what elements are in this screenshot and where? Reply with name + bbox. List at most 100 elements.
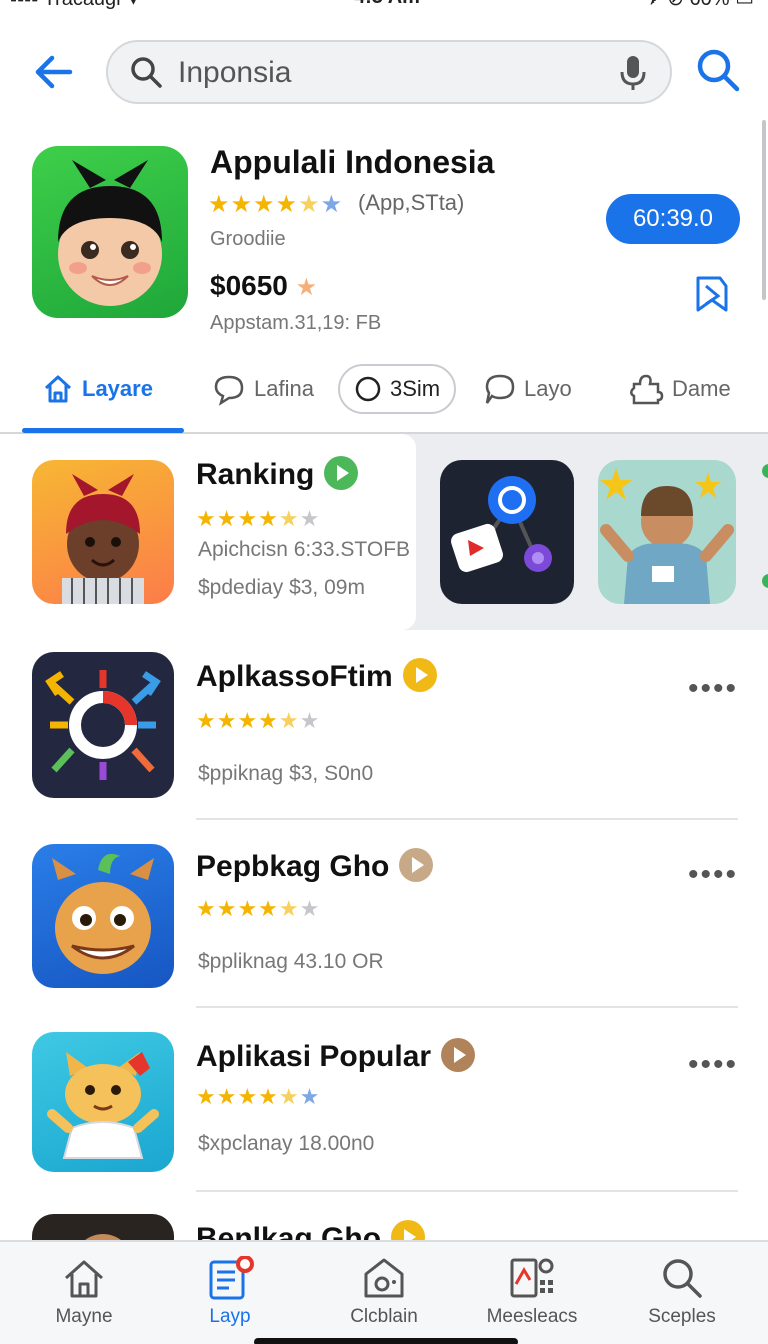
install-button[interactable]: 60:39.0	[606, 194, 740, 244]
app-title-text: Aplikasi Popular	[196, 1040, 432, 1073]
character-face-icon	[58, 160, 162, 306]
more-options-button[interactable]: ••••	[688, 858, 738, 892]
character-icon	[85, 1234, 121, 1240]
list-item[interactable]: Pepbkag Gho ★★★★★★ $ppliknag 43.10 OR ••…	[0, 820, 768, 1008]
app-title[interactable]: Aplikasi Popular	[196, 1038, 476, 1075]
circle-icon	[355, 376, 381, 402]
rating-stars: ★★★★★★	[208, 191, 344, 218]
list-item[interactable]: AplkassoFtim ★★★★★★ $ppiknag $3, S0n0 ••…	[0, 632, 768, 820]
home-icon	[65, 1260, 103, 1298]
price-value: $0650	[210, 270, 288, 301]
tab-label: Lafina	[254, 376, 314, 401]
carrier-label: ▪▪▪▪ Tracaugr ▾	[10, 0, 138, 11]
ranking-card[interactable]: Ranking ★★★★★★ Apichcisn 6:33.STOFB $pde…	[0, 434, 416, 630]
arrows-target-icon	[45, 670, 161, 780]
tab-layo[interactable]: Layo	[482, 364, 572, 414]
app-title-text: Pepbkag Gho	[196, 850, 390, 883]
search-query: Inponsia	[178, 56, 292, 89]
puzzle-icon	[630, 374, 664, 405]
tab-lafina[interactable]: Lafina	[212, 364, 314, 414]
home-icon	[44, 375, 72, 403]
play-badge-icon	[324, 456, 359, 491]
play-badge-icon	[441, 1038, 476, 1073]
tab-label: Dame	[672, 376, 731, 401]
chat-bubble-icon	[214, 375, 244, 406]
nav-clcblain[interactable]: Clcblain	[314, 1256, 454, 1328]
battery-status: ✈ ⊘ 60% ▭	[645, 0, 754, 11]
tab-label: Layare	[82, 376, 153, 401]
app-price: $0650 ★	[210, 270, 317, 302]
rating-stars: ★★★★★★	[196, 506, 321, 531]
arrow-left-icon	[35, 55, 73, 89]
nav-meesleacs[interactable]: Meesleacs	[462, 1256, 602, 1328]
app-title[interactable]: Benlkag Gho	[196, 1220, 426, 1240]
app-icon[interactable]	[32, 1032, 174, 1172]
featured-app-title[interactable]: Appulali Indonesia	[210, 144, 494, 181]
search-icon	[131, 57, 162, 88]
rating-stars: ★★★★★★	[196, 708, 321, 733]
character-icon	[62, 474, 144, 604]
app-title[interactable]: Pepbkag Gho	[196, 848, 434, 885]
tab-label: Layo	[524, 376, 572, 401]
rating-meta: (App,STta)	[358, 190, 465, 215]
search-icon	[663, 1259, 702, 1298]
search-input[interactable]: Inponsia	[106, 40, 672, 104]
app-price: $xpclanay 18.00n0	[198, 1132, 375, 1155]
ranking-section: Ranking ★★★★★★ Apichcisn 6:33.STOFB $pde…	[0, 434, 768, 630]
category-tabs: Layare Lafina 3Sim Layo Dame	[0, 360, 768, 434]
ranking-title-text: Ranking	[196, 458, 315, 491]
back-button[interactable]	[30, 48, 78, 96]
tab-3sim[interactable]: 3Sim	[338, 364, 457, 414]
tab-dame[interactable]: Dame	[628, 364, 731, 414]
carousel-app-icon[interactable]	[440, 460, 574, 604]
list-item[interactable]: Aplikasi Popular ★★★★★★ $xpclanay 18.00n…	[0, 1008, 768, 1196]
ranking-price: $pdediay $3, 09m	[198, 576, 365, 599]
app-icon[interactable]	[32, 1214, 174, 1240]
app-title-text: AplkassoFtim	[196, 660, 393, 693]
nav-label: Mayne	[55, 1306, 113, 1327]
bottom-navigation: Mayne Layp Clcblain Meesleacs Sceples	[0, 1240, 768, 1344]
more-options-button[interactable]: ••••	[688, 672, 738, 706]
rating-stars: ★★★★★★	[196, 1084, 321, 1109]
indicator-dot	[762, 464, 768, 478]
ranking-app-icon[interactable]	[32, 460, 174, 604]
bookmark-icon[interactable]	[692, 274, 730, 314]
tab-layare[interactable]: Layare	[42, 364, 153, 414]
search-icon	[697, 49, 740, 92]
star-icon: ★	[295, 274, 318, 301]
nav-label: Clcblain	[350, 1306, 418, 1327]
speech-icon	[485, 374, 515, 404]
app-icon[interactable]	[32, 652, 174, 798]
character-icon	[600, 468, 734, 604]
nav-label: Meesleacs	[486, 1306, 578, 1327]
active-tab-indicator	[22, 428, 184, 433]
microphone-icon[interactable]	[618, 54, 648, 92]
nav-label: Layp	[209, 1306, 251, 1327]
status-bar: ▪▪▪▪ Tracaugr ▾ 4:3 Am ✈ ⊘ 60% ▭	[0, 0, 768, 11]
featured-app[interactable]: Appulali Indonesia ★★★★★★ (App,STta) Gro…	[0, 140, 768, 350]
nav-sceples[interactable]: Sceples	[612, 1256, 752, 1328]
ranking-info: Apichcisn 6:33.STOFB	[198, 538, 411, 561]
divider	[196, 1190, 738, 1192]
app-icon[interactable]	[32, 844, 174, 988]
nav-layp[interactable]: Layp	[160, 1256, 300, 1328]
search-button[interactable]	[694, 46, 742, 94]
play-badge-icon	[391, 1220, 426, 1240]
play-badge-icon	[402, 658, 437, 693]
featured-app-icon[interactable]	[32, 146, 188, 318]
ranking-title[interactable]: Ranking	[196, 456, 359, 493]
rating-stars: ★★★★★★	[196, 896, 321, 921]
search-header: Inponsia	[0, 38, 768, 108]
app-title[interactable]: AplkassoFtim	[196, 658, 437, 695]
more-options-button[interactable]: ••••	[688, 1048, 738, 1082]
home-indicator[interactable]	[254, 1338, 518, 1344]
apps-icon	[510, 1258, 554, 1298]
app-price: $ppiknag $3, S0n0	[198, 762, 374, 785]
app-price: $ppliknag 43.10 OR	[198, 950, 384, 973]
list-item[interactable]: Benlkag Gho	[0, 1196, 768, 1240]
app-title-text: Benlkag Gho	[196, 1222, 382, 1240]
list-icon	[209, 1256, 254, 1300]
carousel-app-icon[interactable]	[598, 460, 736, 604]
indicator-dot	[762, 574, 768, 588]
nav-mayne[interactable]: Mayne	[14, 1256, 154, 1328]
